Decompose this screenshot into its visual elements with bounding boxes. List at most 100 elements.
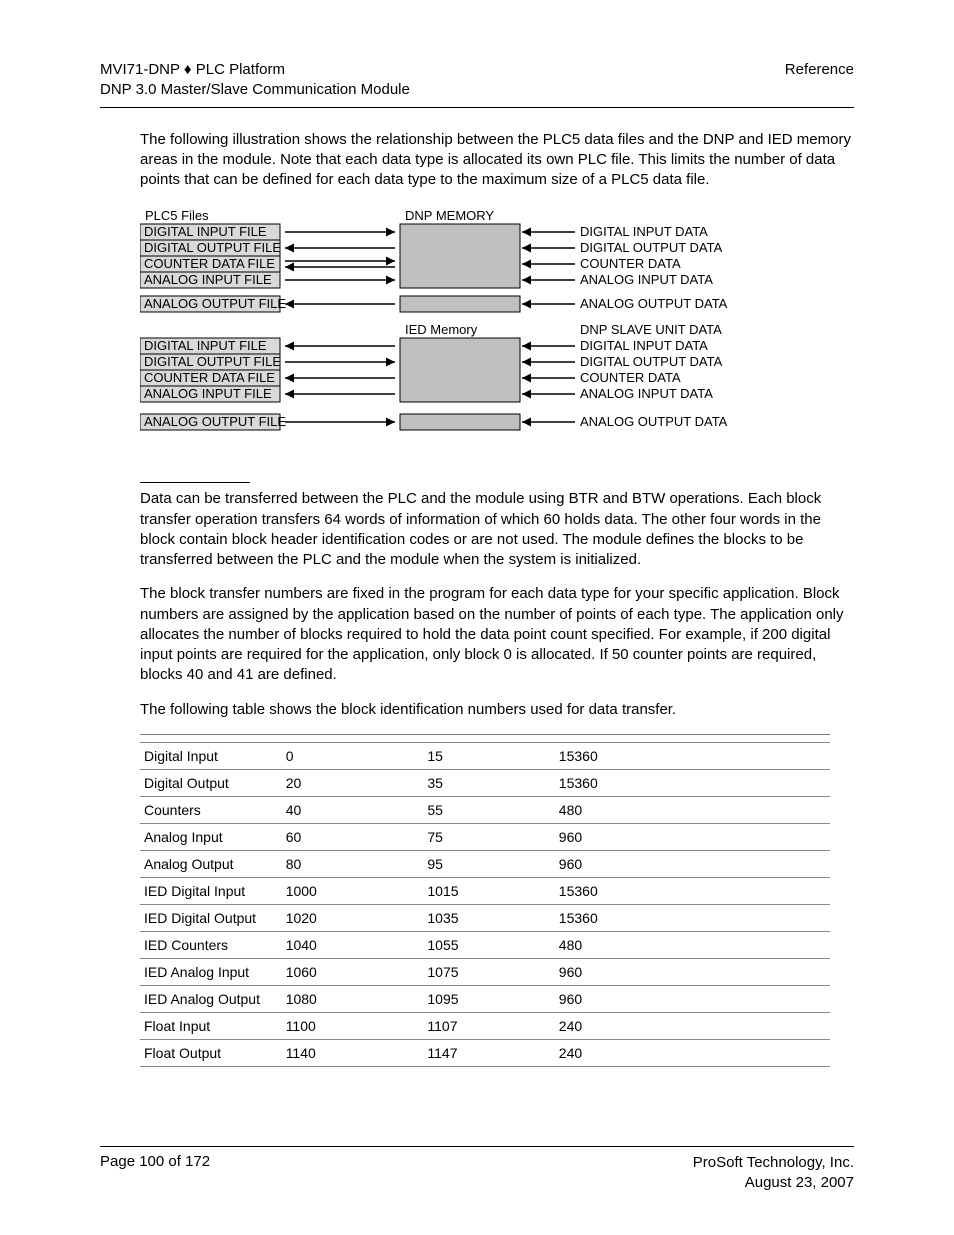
block-id-table: Digital Input01515360Digital Output20351… xyxy=(140,734,830,1067)
table-cell: 20 xyxy=(282,769,424,796)
svg-text:DIGITAL INPUT FILE: DIGITAL INPUT FILE xyxy=(144,338,267,353)
table-cell: 40 xyxy=(282,796,424,823)
table-cell: 1040 xyxy=(282,931,424,958)
table-cell: 1107 xyxy=(423,1012,554,1039)
svg-text:DIGITAL OUTPUT DATA: DIGITAL OUTPUT DATA xyxy=(580,354,723,369)
svg-text:DIGITAL INPUT FILE: DIGITAL INPUT FILE xyxy=(144,224,267,239)
table-cell: 1020 xyxy=(282,904,424,931)
table-cell: IED Digital Output xyxy=(140,904,282,931)
diag-plc-title: PLC5 Files xyxy=(145,208,209,223)
table-cell: 960 xyxy=(555,985,830,1012)
table-cell: 1055 xyxy=(423,931,554,958)
svg-text:ANALOG OUTPUT FILE: ANALOG OUTPUT FILE xyxy=(144,296,286,311)
table-cell: Digital Input xyxy=(140,742,282,769)
table-cell: 960 xyxy=(555,958,830,985)
table-row: Digital Input01515360 xyxy=(140,742,830,769)
table-cell: 1100 xyxy=(282,1012,424,1039)
page-header: MVI71-DNP ♦ PLC Platform DNP 3.0 Master/… xyxy=(100,60,854,108)
svg-text:DIGITAL OUTPUT FILE: DIGITAL OUTPUT FILE xyxy=(144,354,281,369)
table-row: IED Analog Output10801095960 xyxy=(140,985,830,1012)
diag-dnp-title: DNP MEMORY xyxy=(405,208,494,223)
table-cell: 0 xyxy=(282,742,424,769)
table-row: Float Output11401147240 xyxy=(140,1039,830,1066)
header-section: Reference xyxy=(785,61,854,78)
header-subtitle: DNP 3.0 Master/Slave Communication Modul… xyxy=(100,81,410,98)
memory-diagram: PLC5 Files DNP MEMORY DIGITAL INPUT FILE… xyxy=(140,208,854,462)
paragraph-2: Data can be transferred between the PLC … xyxy=(140,489,854,570)
header-title-left: MVI71-DNP xyxy=(100,61,180,78)
table-cell: 1080 xyxy=(282,985,424,1012)
table-cell: 960 xyxy=(555,850,830,877)
table-row: IED Analog Input10601075960 xyxy=(140,958,830,985)
svg-text:DIGITAL INPUT DATA: DIGITAL INPUT DATA xyxy=(580,338,708,353)
svg-text:DIGITAL INPUT DATA: DIGITAL INPUT DATA xyxy=(580,224,708,239)
table-cell: 15360 xyxy=(555,742,830,769)
svg-text:COUNTER DATA FILE: COUNTER DATA FILE xyxy=(144,370,275,385)
table-cell: 1095 xyxy=(423,985,554,1012)
table-cell: 80 xyxy=(282,850,424,877)
page-footer: Page 100 of 172 ProSoft Technology, Inc.… xyxy=(100,1146,854,1194)
svg-text:ANALOG INPUT DATA: ANALOG INPUT DATA xyxy=(580,386,713,401)
table-cell: 1147 xyxy=(423,1039,554,1066)
table-cell: IED Counters xyxy=(140,931,282,958)
table-cell: 240 xyxy=(555,1039,830,1066)
table-cell: 15 xyxy=(423,742,554,769)
table-row: IED Digital Output1020103515360 xyxy=(140,904,830,931)
paragraph-1: The following illustration shows the rel… xyxy=(140,130,854,191)
table-cell: Analog Output xyxy=(140,850,282,877)
table-cell: Counters xyxy=(140,796,282,823)
svg-text:COUNTER DATA: COUNTER DATA xyxy=(580,370,681,385)
table-cell: 1000 xyxy=(282,877,424,904)
table-cell: 95 xyxy=(423,850,554,877)
table-cell: 1140 xyxy=(282,1039,424,1066)
footer-date: August 23, 2007 xyxy=(745,1174,854,1191)
table-cell: 15360 xyxy=(555,904,830,931)
paragraph-4: The following table shows the block iden… xyxy=(140,700,854,720)
table-row: Analog Output8095960 xyxy=(140,850,830,877)
footer-company: ProSoft Technology, Inc. xyxy=(693,1154,854,1171)
table-row: Float Input11001107240 xyxy=(140,1012,830,1039)
table-row: Digital Output203515360 xyxy=(140,769,830,796)
svg-text:DNP SLAVE UNIT DATA: DNP SLAVE UNIT DATA xyxy=(580,322,722,337)
table-cell: Float Input xyxy=(140,1012,282,1039)
table-cell: 1015 xyxy=(423,877,554,904)
footer-page: Page 100 of 172 xyxy=(100,1153,210,1194)
table-cell: 1060 xyxy=(282,958,424,985)
table-cell: Analog Input xyxy=(140,823,282,850)
table-cell: Float Output xyxy=(140,1039,282,1066)
header-title-right: PLC Platform xyxy=(196,61,285,78)
svg-text:ANALOG OUTPUT DATA: ANALOG OUTPUT DATA xyxy=(580,296,728,311)
header-title-sep: ♦ xyxy=(184,61,192,78)
svg-text:ANALOG OUTPUT FILE: ANALOG OUTPUT FILE xyxy=(144,414,286,429)
table-cell: 75 xyxy=(423,823,554,850)
table-row: Counters4055480 xyxy=(140,796,830,823)
svg-text:DIGITAL OUTPUT FILE: DIGITAL OUTPUT FILE xyxy=(144,240,281,255)
table-cell: IED Analog Input xyxy=(140,958,282,985)
svg-text:ANALOG INPUT FILE: ANALOG INPUT FILE xyxy=(144,272,272,287)
table-cell: 480 xyxy=(555,931,830,958)
svg-text:COUNTER DATA: COUNTER DATA xyxy=(580,256,681,271)
table-cell: 1075 xyxy=(423,958,554,985)
table-cell: Digital Output xyxy=(140,769,282,796)
diag-ied-title: IED Memory xyxy=(405,322,478,337)
table-cell: 480 xyxy=(555,796,830,823)
svg-text:ANALOG OUTPUT DATA: ANALOG OUTPUT DATA xyxy=(580,414,728,429)
table-cell: 35 xyxy=(423,769,554,796)
table-cell: IED Analog Output xyxy=(140,985,282,1012)
paragraph-3: The block transfer numbers are fixed in … xyxy=(140,584,854,685)
table-row: IED Counters10401055480 xyxy=(140,931,830,958)
table-cell: 240 xyxy=(555,1012,830,1039)
table-cell: IED Digital Input xyxy=(140,877,282,904)
table-cell: 60 xyxy=(282,823,424,850)
table-cell: 55 xyxy=(423,796,554,823)
plc-top-group: DIGITAL INPUT FILE DIGITAL OUTPUT FILE C… xyxy=(140,224,281,288)
svg-text:COUNTER DATA FILE: COUNTER DATA FILE xyxy=(144,256,275,271)
page: MVI71-DNP ♦ PLC Platform DNP 3.0 Master/… xyxy=(0,0,954,1235)
svg-text:DIGITAL OUTPUT DATA: DIGITAL OUTPUT DATA xyxy=(580,240,723,255)
svg-text:ANALOG INPUT DATA: ANALOG INPUT DATA xyxy=(580,272,713,287)
table-row: Analog Input6075960 xyxy=(140,823,830,850)
table-cell: 960 xyxy=(555,823,830,850)
table-cell: 15360 xyxy=(555,877,830,904)
svg-text:ANALOG INPUT FILE: ANALOG INPUT FILE xyxy=(144,386,272,401)
table-row: IED Digital Input1000101515360 xyxy=(140,877,830,904)
